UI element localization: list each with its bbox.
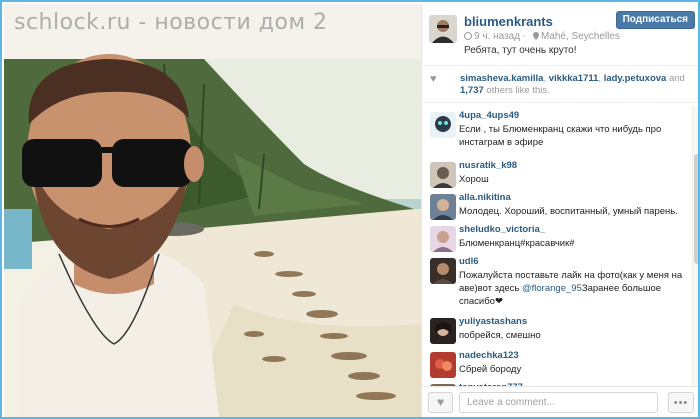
comment-item: 4upa_4ups49 Если , ты Блюменкранц скажи … (422, 110, 692, 152)
like-button[interactable]: ♥ (428, 392, 453, 413)
comment-text: Блюменкранц#красавчик# (459, 238, 575, 249)
post-photo[interactable]: schlock.ru - новости дом 2 (4, 4, 421, 417)
commenter-avatar[interactable] (430, 258, 456, 284)
comment-username[interactable]: yuliyastashans (459, 316, 527, 327)
heart-icon: ♥ (430, 73, 437, 85)
post-time[interactable]: 9 ч. назад (474, 31, 520, 42)
clock-icon (464, 32, 472, 40)
comment-item: sheludko_victoria_ Блюменкранц#красавчик… (422, 224, 692, 252)
comment-username[interactable]: nadechka123 (459, 350, 519, 361)
comment-username[interactable]: 4upa_4ups49 (459, 110, 519, 121)
post-caption: Ребята, тут очень круто! (464, 45, 577, 56)
likes-summary: ♥ simasheva.kamilla, vikkka1711, lady.pe… (422, 67, 698, 103)
comment-text: Если , ты Блюменкранц скажи что нибудь п… (459, 124, 662, 148)
commenter-avatar[interactable] (430, 352, 456, 378)
comments-scrollbar[interactable] (692, 106, 698, 386)
comments-list: 4upa_4ups49 Если , ты Блюменкранц скажи … (422, 106, 692, 386)
liker-link[interactable]: lady.petuxova (604, 73, 667, 84)
instagram-embed-frame: schlock.ru - новости дом 2 bliumenkrants… (0, 0, 700, 419)
watermark-text: schlock.ru - новости дом 2 (14, 10, 328, 35)
liker-link[interactable]: vikkka1711 (549, 73, 599, 84)
post-details-panel: bliumenkrants Подписаться 9 ч. назад · M… (421, 4, 698, 417)
comment-item: nusratik_k98 Хорош (422, 160, 692, 188)
commenter-avatar[interactable] (430, 112, 456, 138)
commenter-avatar[interactable] (430, 162, 456, 188)
comment-username[interactable]: sheludko_victoria_ (459, 224, 545, 235)
commenter-avatar[interactable] (430, 194, 456, 220)
commenter-avatar[interactable] (430, 318, 456, 344)
more-options-button[interactable]: ••• (668, 392, 694, 413)
comment-username[interactable]: udl6 (459, 256, 479, 267)
comment-text: Сбрей бороду (459, 364, 522, 375)
comment-input[interactable] (459, 392, 658, 413)
comment-username[interactable]: alla.nikitina (459, 192, 511, 203)
comment-username[interactable]: nusratik_k98 (459, 160, 517, 171)
comment-text: побрейся, смешно (459, 330, 541, 341)
liker-link[interactable]: simasheva.kamilla (460, 73, 543, 84)
comment-item: udl6 Пожалуйста поставьте лайк на фото(к… (422, 256, 692, 312)
post-header: bliumenkrants Подписаться 9 ч. назад · M… (422, 4, 698, 66)
comment-item: yuliyastashans побрейся, смешно (422, 316, 692, 344)
owner-username-link[interactable]: bliumenkrants (464, 14, 553, 29)
mention-link[interactable]: @florange_95 (522, 283, 582, 294)
post-meta: 9 ч. назад · Mahé, Seychelles (464, 31, 620, 42)
comment-text: Пожалуйста поставьте лайк на фото(как у … (459, 270, 683, 307)
location-pin-icon (532, 32, 539, 40)
follow-button[interactable]: Подписаться (615, 11, 695, 29)
comment-item: nadechka123 Сбрей бороду (422, 350, 692, 378)
likes-count[interactable]: 1,737 (460, 85, 484, 96)
post-location[interactable]: Mahé, Seychelles (541, 31, 620, 42)
commenter-avatar[interactable] (430, 226, 456, 252)
comment-item: alla.nikitina Молодец. Хороший, воспитан… (422, 192, 692, 220)
comment-text: Молодец. Хороший, воспитанный, умный пар… (459, 206, 678, 217)
owner-avatar[interactable] (429, 15, 457, 43)
post-footer: ♥ ••• (422, 386, 698, 417)
selfie-beach-image (4, 4, 421, 417)
heart-icon: ♥ (436, 395, 445, 409)
comment-text: Хорош (459, 174, 489, 185)
scrollbar-thumb[interactable] (694, 154, 698, 264)
